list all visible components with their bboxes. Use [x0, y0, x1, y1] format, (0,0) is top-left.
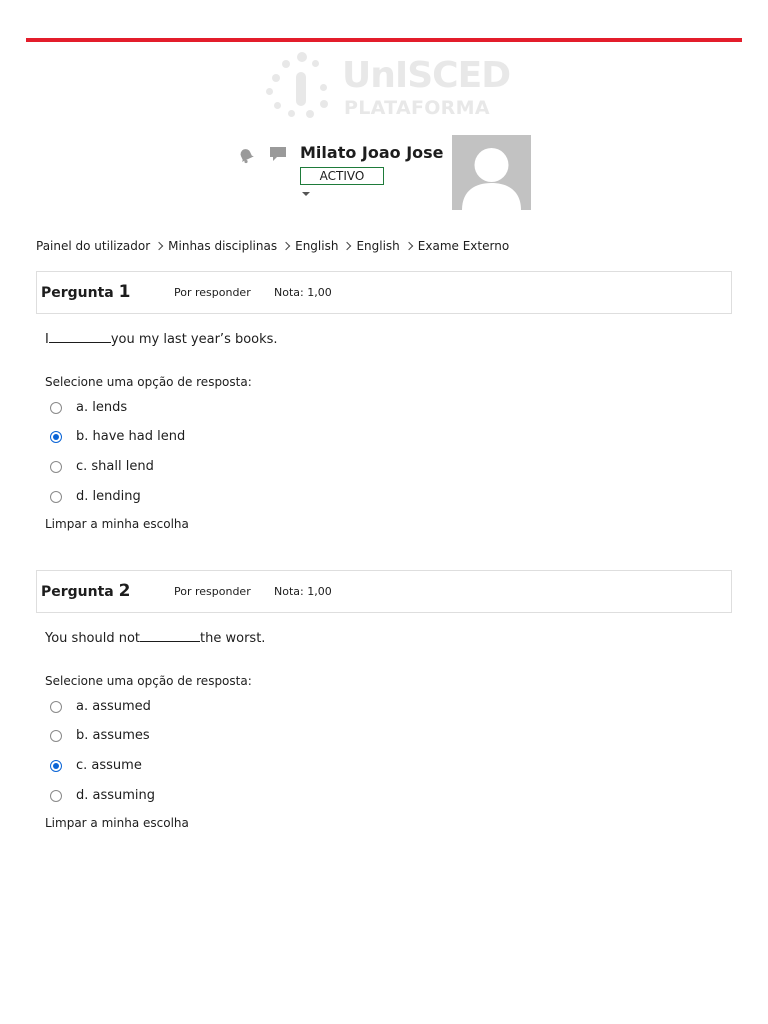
question-label: Pergunta — [41, 584, 114, 600]
option-label: d. assuming — [76, 788, 156, 803]
question-state: Por responder — [174, 286, 251, 299]
chat-icon[interactable] — [268, 145, 288, 163]
question-text-after: the worst. — [200, 631, 266, 646]
radio-button[interactable] — [50, 730, 62, 742]
question-title: Pergunta 2 — [41, 581, 130, 602]
logo-wordmark: UnISCED — [342, 55, 511, 96]
chevron-right-icon — [343, 241, 352, 251]
breadcrumb: Painel do utilizador Minhas disciplinas En… — [36, 238, 509, 254]
option-label: c. assume — [76, 758, 142, 773]
question-text-before: You should not — [45, 631, 141, 646]
question-1-header: Pergunta 1 Por responder Nota: 1,00 — [36, 271, 732, 314]
clear-choice-link[interactable]: Limpar a minha escolha — [45, 815, 189, 831]
bell-icon[interactable] — [237, 146, 255, 164]
option-label: c. shall lend — [76, 459, 154, 474]
status-badge: ACTIVO — [300, 167, 384, 185]
answer-blank — [140, 629, 201, 642]
question-1-text: Iyou my last year’s books. — [45, 330, 278, 349]
breadcrumb-item-exam[interactable]: Exame Externo — [418, 239, 509, 253]
breadcrumb-item-my-courses[interactable]: Minhas disciplinas — [168, 239, 277, 253]
logo-subtitle: PLATAFORMA — [344, 97, 490, 119]
question-number: 1 — [118, 282, 131, 302]
chevron-right-icon — [154, 241, 164, 251]
breadcrumb-item-course-category[interactable]: English — [295, 239, 338, 253]
breadcrumb-item-dashboard[interactable]: Painel do utilizador — [36, 239, 150, 253]
logo-mark — [262, 50, 342, 122]
answer-blank — [48, 330, 111, 343]
question-label: Pergunta — [41, 285, 114, 301]
question-grade: Nota: 1,00 — [274, 585, 332, 598]
question-state: Por responder — [174, 585, 251, 598]
question-grade: Nota: 1,00 — [274, 286, 332, 299]
answer-prompt: Selecione uma opção de resposta: — [45, 375, 252, 389]
avatar[interactable] — [452, 135, 531, 210]
clear-choice-link[interactable]: Limpar a minha escolha — [45, 516, 189, 532]
radio-button[interactable] — [50, 701, 62, 713]
site-logo[interactable]: UnISCED PLATAFORMA — [262, 50, 511, 122]
option-label: b. have had lend — [76, 429, 186, 444]
chevron-down-icon[interactable] — [302, 192, 310, 196]
radio-button[interactable] — [50, 790, 62, 802]
user-name[interactable]: Milato Joao Jose — [300, 143, 444, 163]
chevron-right-icon — [281, 241, 291, 251]
radio-button-selected[interactable] — [50, 760, 62, 772]
radio-button[interactable] — [50, 402, 62, 414]
option-label: a. lends — [76, 400, 128, 415]
question-number: 2 — [118, 581, 131, 601]
question-2-header: Pergunta 2 Por responder Nota: 1,00 — [36, 570, 732, 613]
radio-button[interactable] — [50, 461, 62, 473]
top-accent-bar — [26, 38, 742, 42]
breadcrumb-item-course[interactable]: English — [356, 239, 399, 253]
option-label: a. assumed — [76, 699, 151, 714]
chevron-right-icon — [404, 241, 414, 251]
question-text-after: you my last year’s books. — [110, 332, 278, 347]
option-label: b. assumes — [76, 728, 150, 743]
answer-prompt: Selecione uma opção de resposta: — [45, 674, 252, 688]
option-label: d. lending — [76, 489, 141, 504]
question-title: Pergunta 1 — [41, 282, 130, 303]
radio-button[interactable] — [50, 491, 62, 503]
radio-button-selected[interactable] — [50, 431, 62, 443]
question-2-text: You should not the worst. — [45, 629, 265, 648]
